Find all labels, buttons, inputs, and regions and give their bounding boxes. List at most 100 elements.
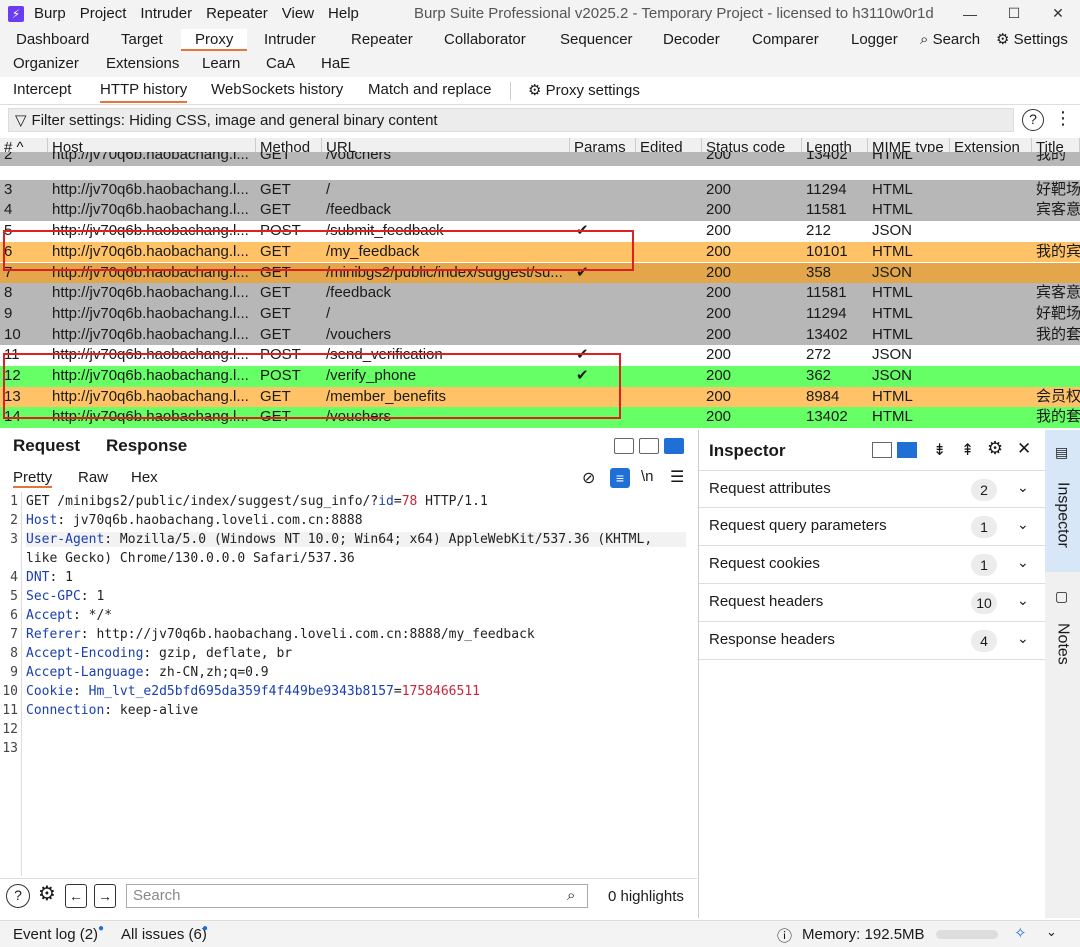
close-window-icon[interactable]: ✕ (1036, 0, 1080, 27)
help-icon[interactable]: ? (6, 884, 30, 908)
table-cell: 我的套 (1036, 408, 1080, 426)
tab-hae[interactable]: HaE (321, 53, 350, 75)
tab-caa[interactable]: CaA (266, 53, 295, 75)
table-cell: GET (260, 284, 291, 302)
back-arrow-icon[interactable]: ← (65, 884, 87, 908)
tab-dashboard[interactable]: Dashboard (16, 29, 89, 51)
table-row[interactable]: 8 http://jv70q6b.haobachang.l... GET/feedb… (0, 283, 1080, 304)
editor-search-input[interactable]: Search (126, 884, 588, 908)
table-row[interactable]: 10 http://jv70q6b.haobachang.l... GET/vouc… (0, 324, 1080, 346)
tab-proxy[interactable]: Proxy (181, 29, 248, 51)
collapse-all-icon[interactable]: ⇞ (961, 440, 974, 460)
notification-dot: ● (202, 923, 209, 934)
ai-sparkle-icon[interactable]: ✧ (1014, 924, 1027, 942)
proxy-tab-intercept[interactable]: Intercept (13, 81, 71, 103)
tab-target[interactable]: Target (121, 29, 163, 51)
menu-item[interactable]: Intruder (140, 5, 192, 22)
proxy-settings-button[interactable]: ⚙ Proxy settings (528, 81, 640, 103)
menu-icon[interactable]: ☰ (670, 467, 684, 487)
menu-item[interactable]: Repeater (206, 5, 268, 22)
code-line: Host: jv70q6b.haobachang.loveli.com.cn:8… (26, 513, 363, 528)
proxy-tab-websockets-history[interactable]: WebSockets history (211, 81, 343, 103)
forward-arrow-icon[interactable]: → (94, 884, 116, 908)
search-tab[interactable]: ⌕ Search (920, 29, 980, 51)
tab-logger[interactable]: Logger (851, 29, 898, 51)
table-cell: HTML (872, 387, 913, 405)
burp-logo-icon: ⚡ (8, 5, 24, 22)
code-line: Accept: */* (26, 608, 113, 623)
all-issues-link[interactable]: All issues (6) (121, 926, 207, 943)
chevron-down-icon[interactable]: ⌄ (1046, 924, 1057, 940)
minimize-icon[interactable]: — (948, 0, 992, 27)
gear-icon[interactable]: ⚙ (987, 438, 1003, 459)
table-row[interactable]: 4 http://jv70q6b.haobachang.l... GET/feedb… (0, 200, 1080, 222)
inspector-row[interactable]: Request headers 10 ⌄ (699, 584, 1045, 622)
tab-learn[interactable]: Learn (202, 53, 240, 75)
help-icon[interactable]: ? (1022, 109, 1044, 131)
split-vertical-icon[interactable] (897, 442, 917, 458)
inspector-row[interactable]: Request cookies 1 ⌄ (699, 546, 1045, 584)
response-tab[interactable]: Response (106, 436, 187, 456)
tab-extensions[interactable]: Extensions (106, 53, 179, 75)
editor-tab-pretty[interactable]: Pretty (13, 469, 53, 488)
inspector-row[interactable]: Request attributes 2 ⌄ (699, 470, 1045, 508)
table-cell (570, 180, 636, 201)
menu-item[interactable]: View (282, 5, 314, 22)
inspector-row[interactable]: Request query parameters 1 ⌄ (699, 508, 1045, 546)
table-row[interactable]: 3 http://jv70q6b.haobachang.l... GET / 200 11… (0, 179, 1080, 201)
tab-sequencer[interactable]: Sequencer (560, 29, 633, 51)
menu-item[interactable]: Help (328, 5, 359, 22)
tab-comparer[interactable]: Comparer (752, 29, 819, 51)
split-vertical-icon[interactable] (639, 438, 659, 454)
table-cell: 好靶场 (1036, 304, 1080, 322)
table-row[interactable]: 9 http://jv70q6b.haobachang.l... GET / 200 11… (0, 303, 1080, 325)
filter-bar[interactable]: ▽ Filter settings: Hiding CSS, image and… (8, 108, 1014, 132)
table-cell: 11581 (806, 201, 847, 219)
proxy-tab-http-history[interactable]: HTTP history (100, 81, 188, 103)
tab-decoder[interactable]: Decoder (663, 29, 720, 51)
event-log-link[interactable]: Event log (2) (13, 926, 98, 943)
single-view-icon[interactable] (664, 438, 684, 454)
line-number: 1 (10, 494, 18, 509)
expand-all-icon[interactable]: ⇟ (933, 440, 946, 460)
notes-side-tab[interactable]: Notes (1045, 616, 1080, 672)
menu-item[interactable]: Project (80, 5, 127, 22)
table-cell: 200 (706, 408, 732, 426)
line-number: 3 (10, 532, 18, 547)
newline-toggle[interactable]: \n (641, 468, 654, 485)
tab-collaborator[interactable]: Collaborator (444, 29, 526, 51)
inspector-row[interactable]: Response headers 4 ⌄ (699, 622, 1045, 660)
hide-icon[interactable]: ⊘ (582, 468, 595, 488)
tab-repeater[interactable]: Repeater (351, 29, 413, 51)
gear-icon[interactable]: ⚙ (35, 884, 59, 908)
inspector-row-label: Request headers (709, 593, 824, 610)
editor-tab-hex[interactable]: Hex (131, 469, 158, 486)
inspector-side-tab[interactable]: Inspector (1045, 470, 1080, 560)
table-cell: / (326, 180, 331, 198)
table-cell: 我的宾 (1036, 242, 1080, 260)
tab-intruder[interactable]: Intruder (264, 29, 316, 51)
more-options-icon[interactable]: ⋮ (1054, 108, 1072, 129)
close-icon[interactable]: ✕ (1017, 439, 1031, 459)
notification-dot: ● (98, 923, 105, 934)
proxy-tab-match-and-replace[interactable]: Match and replace (368, 81, 491, 103)
editor-tab-raw[interactable]: Raw (78, 469, 108, 486)
request-editor[interactable]: 1 GET /minibgs2/public/index/suggest/sug_… (0, 492, 697, 876)
split-horizontal-icon[interactable] (872, 442, 892, 458)
table-cell: http://jv70q6b.haobachang.l... (52, 201, 249, 219)
table-row[interactable]: 2 http://jv70q6b.haobachang.l... GET/vouch… (0, 152, 1080, 166)
table-cell: GET (260, 152, 291, 163)
request-tab[interactable]: Request (13, 436, 80, 456)
tab-organizer[interactable]: Organizer (13, 53, 79, 75)
table-cell: 我的套 (1036, 325, 1080, 343)
maximize-icon[interactable]: ☐ (992, 0, 1036, 27)
menu-item[interactable]: Burp (34, 5, 66, 22)
split-horizontal-icon[interactable] (614, 438, 634, 454)
table-cell: 13402 (806, 325, 848, 343)
table-cell: GET (260, 325, 291, 343)
wrap-icon[interactable]: ≡ (610, 468, 630, 488)
settings-tab[interactable]: ⚙ Settings (996, 29, 1068, 51)
table-cell: 200 (706, 242, 732, 260)
table-cell: 200 (706, 387, 732, 405)
table-cell (570, 152, 636, 166)
